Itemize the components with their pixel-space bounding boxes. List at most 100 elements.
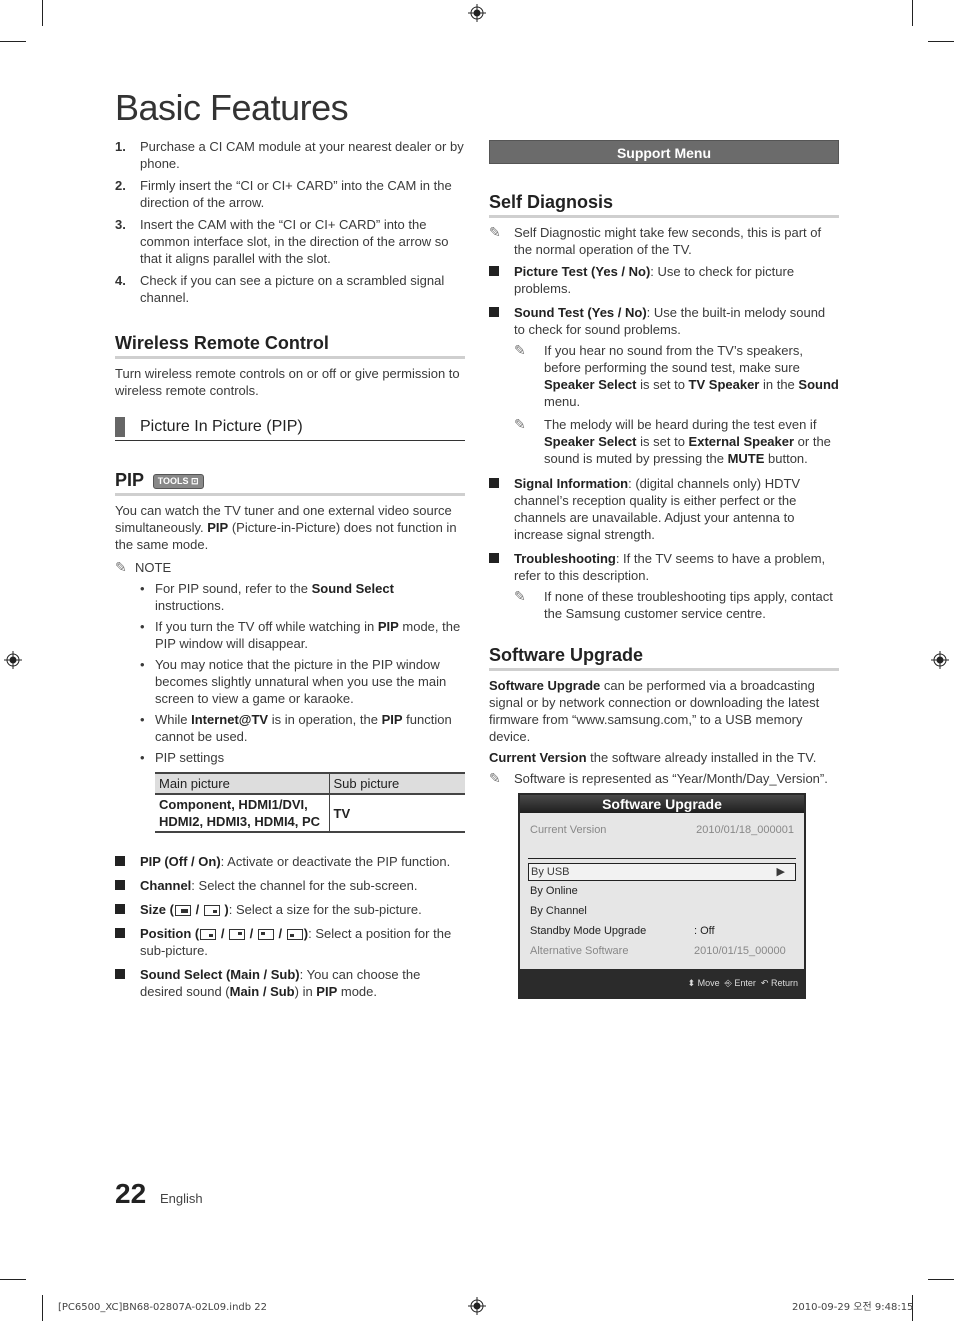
crop-mark	[42, 1295, 43, 1321]
square-bullet-icon	[115, 856, 125, 866]
note-heading: ✎ NOTE	[115, 559, 172, 575]
tools-icon: ⊡	[188, 475, 199, 486]
note: ✎ Software is represented as “Year/Month/…	[489, 770, 828, 786]
note: ✎ The melody will be heard during the tes…	[514, 416, 831, 466]
registration-mark-icon	[468, 1297, 486, 1315]
left-column: 1. Purchase a CI CAM module at your neare…	[115, 138, 465, 1007]
software-upgrade-screen: Software Upgrade Current Version 2010/01…	[518, 793, 806, 999]
crop-mark	[42, 0, 43, 26]
table-cell: TV	[329, 794, 465, 833]
note: ✎ If you hear no sound from the TV’s spea…	[514, 342, 839, 409]
pencil-note-icon: ✎	[514, 342, 526, 358]
registration-mark-icon	[931, 651, 949, 669]
crop-mark	[912, 0, 913, 26]
current-version-row: Current Version 2010/01/18_000001	[530, 824, 794, 836]
software-upgrade-text: Software Upgrade can be performed via a …	[489, 678, 820, 744]
list-item: 1. Purchase a CI CAM module at your neare…	[115, 139, 464, 171]
list-item: Picture Test (Yes / No): Use to check fo…	[489, 263, 839, 297]
current-version-text: Current Version the software already ins…	[489, 750, 817, 765]
list-item: 4. Check if you can see a picture on a sc…	[115, 273, 445, 305]
table-header: Main picture	[155, 772, 330, 795]
table-cell: Component, HDMI1/DVI, HDMI2, HDMI3, HDMI…	[155, 794, 330, 833]
right-column: Support Menu Self Diagnosis ✎ Self Diagno…	[489, 140, 839, 999]
note: ✎ If none of these troubleshooting tips a…	[514, 588, 833, 621]
position-bottom-left-icon	[286, 929, 303, 941]
screen-title: Software Upgrade	[520, 795, 804, 813]
bullet-icon: •	[140, 581, 145, 596]
list-item: Channel: Select the channel for the sub-…	[115, 877, 465, 894]
list-item: • PIP settings	[140, 750, 225, 765]
square-bullet-icon	[489, 307, 499, 317]
crop-mark	[928, 1279, 954, 1280]
list-item: Sound Test (Yes / No): Use the built-in …	[489, 304, 839, 338]
square-bullet-icon	[489, 553, 499, 563]
registration-mark-icon	[468, 4, 486, 22]
pip-intro: You can watch the TV tuner and one exter…	[115, 503, 457, 552]
support-menu-bar: Support Menu	[489, 140, 839, 164]
software-upgrade-heading: Software Upgrade	[489, 644, 839, 671]
pencil-note-icon: ✎	[489, 224, 501, 240]
list-item: Position ( / / / ): Select a position fo…	[115, 925, 465, 959]
square-bullet-icon	[115, 904, 125, 914]
pencil-note-icon: ✎	[514, 416, 526, 432]
square-bullet-icon	[115, 969, 125, 979]
menu-item-alternative-software: Alternative Software 2010/01/15_00000	[530, 945, 786, 957]
position-top-right-icon	[229, 929, 246, 941]
wireless-remote-text: Turn wireless remote controls on or off …	[115, 366, 460, 398]
size-small-icon	[203, 905, 220, 917]
crop-mark	[928, 41, 954, 42]
menu-item-by-channel[interactable]: By Channel	[520, 901, 804, 921]
pip-notes-list: • For PIP sound, refer to the Sound Selec…	[140, 580, 465, 766]
bullet-icon: •	[140, 657, 145, 672]
list-item: • While Internet@TV is in operation, the …	[140, 712, 452, 744]
pip-section-heading: Picture In Picture (PIP)	[115, 417, 465, 441]
menu-item-standby-upgrade[interactable]: Standby Mode Upgrade: Off	[520, 921, 804, 941]
screen-footer: ⬍ Move ⎆ Enter ↶ Return	[520, 969, 804, 997]
bullet-icon: •	[140, 619, 145, 634]
table-row: Component, HDMI1/DVI, HDMI2, HDMI3, HDMI…	[155, 794, 465, 833]
page-number: 22	[115, 1178, 147, 1209]
size-large-icon	[174, 905, 191, 917]
arrow-right-icon: ▶	[776, 866, 785, 878]
pip-options-list: PIP (Off / On): Activate or deactivate t…	[115, 853, 465, 1000]
pip-heading: PIP TOOLS ⊡	[115, 469, 465, 496]
enter-icon: ⎆	[724, 978, 732, 988]
square-bullet-icon	[489, 266, 499, 276]
pencil-note-icon: ✎	[489, 770, 501, 786]
list-item: PIP (Off / On): Activate or deactivate t…	[115, 853, 465, 870]
bullet-icon: •	[140, 712, 145, 727]
pip-settings-table: Main picture Sub picture Component, HDMI…	[155, 772, 465, 833]
return-icon: ↶	[760, 978, 769, 988]
section-bar	[115, 417, 125, 437]
move-icon: ⬍	[687, 978, 696, 988]
page-language: English	[160, 1191, 203, 1206]
list-item: Sound Select (Main / Sub): You can choos…	[115, 966, 465, 1000]
divider	[528, 858, 796, 859]
pencil-note-icon: ✎	[115, 559, 127, 575]
note: ✎ Self Diagnostic might take few seconds,…	[489, 224, 822, 257]
position-bottom-right-icon	[200, 929, 217, 941]
bullet-icon: •	[140, 750, 145, 765]
table-header: Sub picture	[329, 772, 465, 795]
square-bullet-icon	[489, 478, 499, 488]
pencil-note-icon: ✎	[514, 588, 526, 604]
page-title: Basic Features	[115, 87, 349, 128]
menu-item-by-online[interactable]: By Online	[520, 881, 804, 901]
list-item: • You may notice that the picture in the …	[140, 657, 447, 706]
table-header-row: Main picture Sub picture	[155, 772, 465, 795]
registration-mark-icon	[4, 651, 22, 669]
list-item: • If you turn the TV off while watching i…	[140, 619, 461, 651]
wireless-remote-heading: Wireless Remote Control	[115, 332, 465, 359]
list-item: Signal Information: (digital channels on…	[489, 475, 839, 543]
crop-mark	[0, 41, 26, 42]
list-item: Troubleshooting: If the TV seems to have…	[489, 550, 839, 584]
position-top-left-icon	[257, 929, 274, 941]
menu-item-by-usb[interactable]: By USB ▶	[528, 863, 796, 881]
crop-mark	[0, 1279, 26, 1280]
ci-steps-list: 1. Purchase a CI CAM module at your neare…	[115, 138, 465, 306]
self-diagnosis-heading: Self Diagnosis	[489, 191, 839, 218]
print-slug-file: [PC6500_XC]BN68-02807A-02L09.indb 22	[58, 1302, 267, 1313]
list-item: 2. Firmly insert the “CI or CI+ CARD” int…	[115, 178, 452, 210]
tools-badge: TOOLS ⊡	[152, 473, 204, 489]
print-slug-date: 2010-09-29 오전 9:48:15	[792, 1302, 914, 1313]
